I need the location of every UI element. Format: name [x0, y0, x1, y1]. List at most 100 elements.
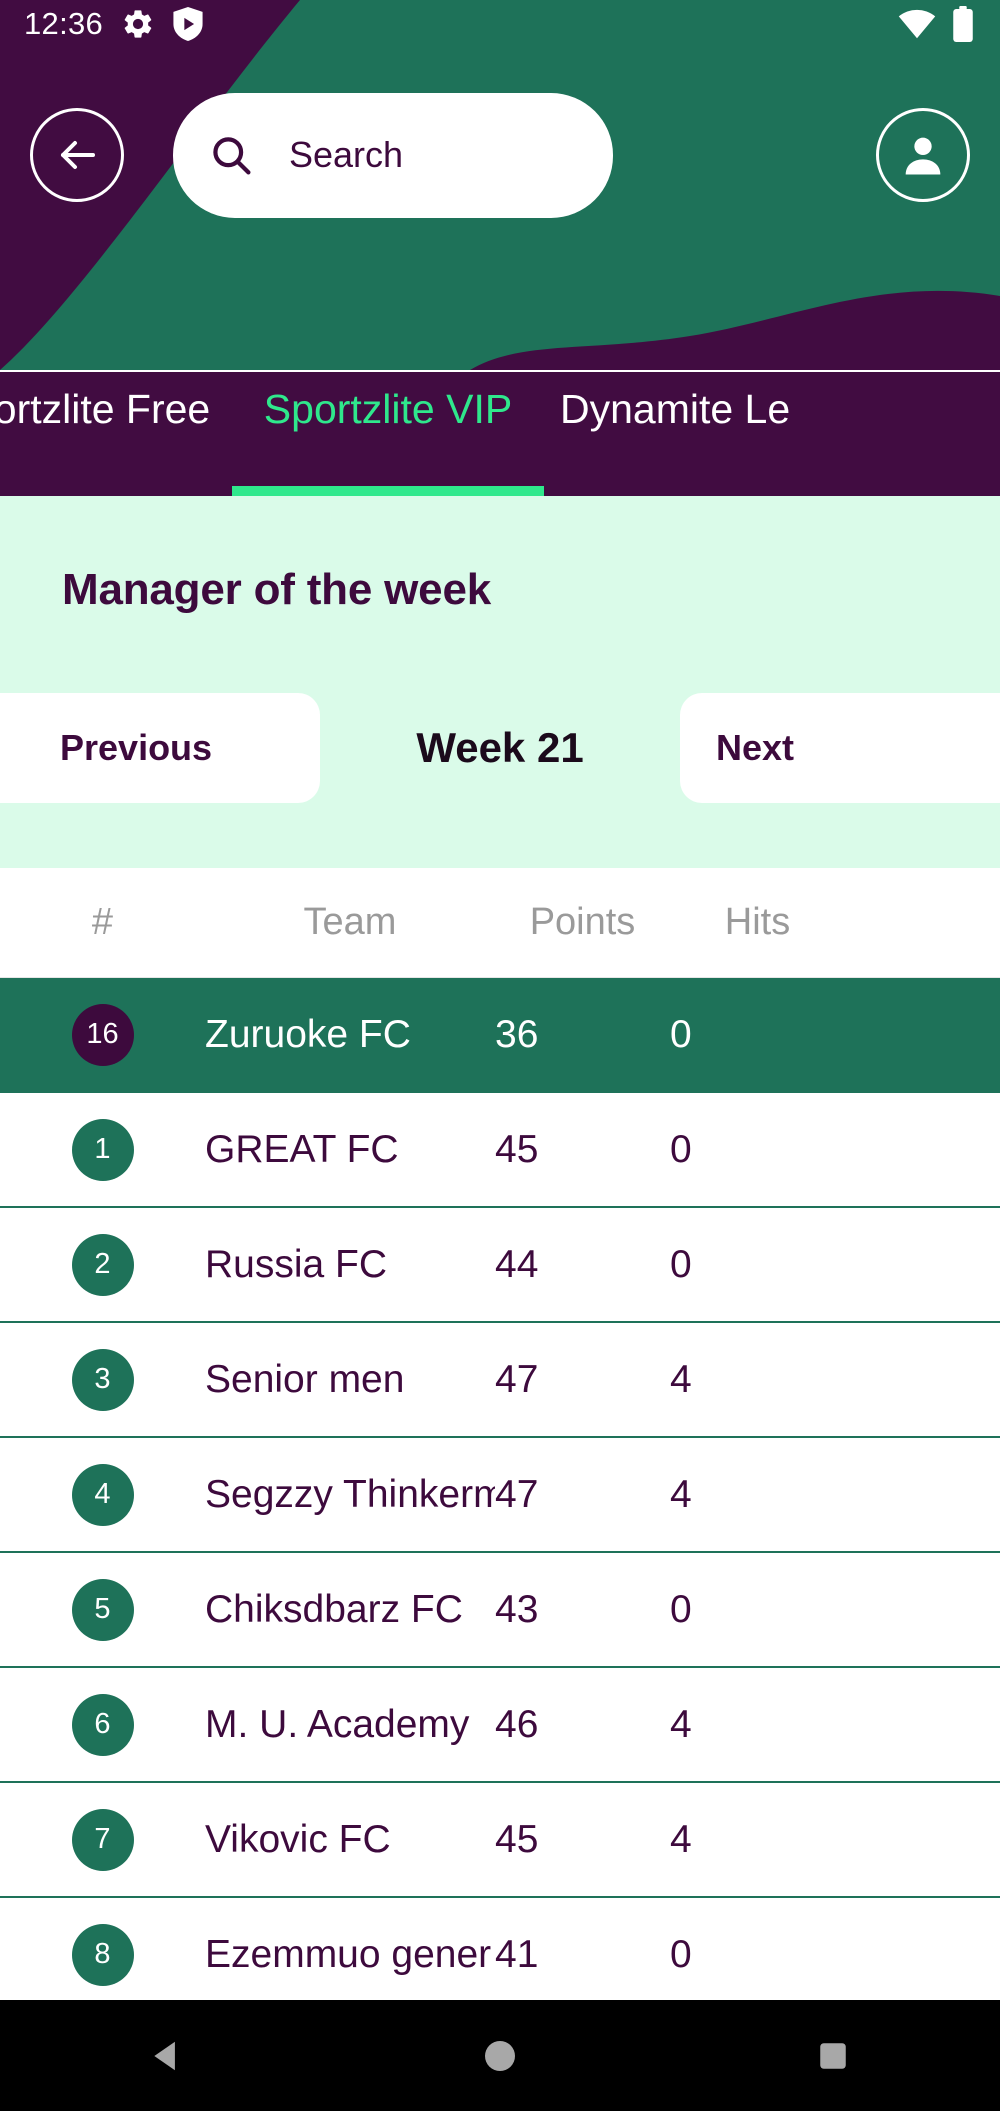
nav-home-button[interactable]	[440, 2000, 560, 2111]
cell-hits: 4	[670, 1702, 692, 1746]
rank-badge: 16	[71, 1003, 134, 1066]
page-title: Manager of the week	[62, 565, 491, 614]
nav-back-button[interactable]	[107, 2000, 227, 2111]
cell-hits: 0	[670, 1127, 692, 1171]
next-week-button[interactable]: Next	[680, 693, 1000, 803]
rank-badge: 6	[71, 1693, 134, 1756]
cell-points: 41	[495, 1932, 539, 1976]
cell-points: 47	[495, 1472, 539, 1516]
tab-label: Dynamite Le	[560, 386, 791, 432]
table-body: 16 Zuruoke FC 36 0 1 GREAT FC 45 0 2 Russia FC 44 0…	[0, 978, 1000, 2013]
cell-rank: 16	[0, 1003, 205, 1066]
status-bar-left: 12:36	[0, 6, 203, 42]
cell-team: Ezemmuo gener	[205, 1932, 492, 1976]
app-screen: 12:36 Search ortzlite Free Sportzlite VI…	[0, 0, 1000, 2111]
cell-rank: 3	[0, 1348, 205, 1411]
cell-points: 43	[495, 1587, 539, 1631]
cell-points: 36	[495, 1012, 539, 1056]
cell-rank: 1	[0, 1118, 205, 1181]
tab-sportzlite-vip[interactable]: Sportzlite VIP	[232, 372, 544, 496]
rank-badge: 4	[71, 1463, 134, 1526]
search-row: Search	[0, 92, 1000, 218]
rank-badge: 5	[71, 1578, 134, 1641]
cell-team: Russia FC	[205, 1242, 388, 1286]
nav-back-icon	[153, 2041, 175, 2070]
cell-points: 45	[495, 1127, 539, 1171]
cell-rank: 6	[0, 1693, 205, 1756]
tab-label: ortzlite Free	[0, 386, 211, 432]
column-header-team: Team	[303, 901, 397, 943]
cell-points: 44	[495, 1242, 539, 1286]
arrow-left-icon	[0, 722, 2, 774]
cell-points: 45	[495, 1817, 539, 1861]
cell-team: Vikovic FC	[205, 1817, 391, 1861]
table-row[interactable]: 8 Ezemmuo gener 41 0	[0, 1898, 1000, 2013]
cell-rank: 7	[0, 1808, 205, 1871]
cell-hits: 4	[670, 1817, 692, 1861]
current-week-label: Week 21	[416, 724, 584, 771]
table-row[interactable]: 3 Senior men 47 4	[0, 1323, 1000, 1438]
cell-team: Senior men	[205, 1357, 405, 1401]
rank-badge: 8	[71, 1923, 134, 1986]
tab-label: Sportzlite VIP	[263, 386, 513, 432]
cell-rank: 2	[0, 1233, 205, 1296]
app-header: 12:36 Search	[0, 0, 1000, 370]
status-time: 12:36	[24, 6, 104, 41]
table-header-row: # Team Points Hits	[0, 868, 1000, 978]
cell-team: M. U. Academy	[205, 1702, 470, 1746]
cell-hits: 4	[670, 1472, 692, 1516]
table-row[interactable]: 5 Chiksdbarz FC 43 0	[0, 1553, 1000, 1668]
standings-table: # Team Points Hits 16 Zuruoke FC 36 0 1 GREAT…	[0, 868, 1000, 2013]
active-tab-indicator	[232, 486, 544, 496]
column-header-points: Points	[529, 901, 636, 943]
table-row[interactable]: 6 M. U. Academy 46 4	[0, 1668, 1000, 1783]
tab-bar: ortzlite Free Sportzlite VIP Dynamite Le	[0, 372, 1000, 496]
cell-team: Chiksdbarz FC	[205, 1587, 463, 1631]
wifi-icon	[898, 9, 936, 39]
cell-rank: 5	[0, 1578, 205, 1641]
cell-hits: 0	[670, 1012, 692, 1056]
table-row[interactable]: 7 Vikovic FC 45 4	[0, 1783, 1000, 1898]
rank-badge: 2	[71, 1233, 134, 1296]
rank-badge: 7	[71, 1808, 134, 1871]
cell-hits: 4	[670, 1357, 692, 1401]
column-header-rank: #	[91, 901, 114, 943]
status-bar: 12:36	[0, 0, 1000, 48]
back-button[interactable]	[30, 108, 124, 202]
table-row[interactable]: 1 GREAT FC 45 0	[0, 1093, 1000, 1208]
play-shield-icon	[173, 7, 203, 41]
search-placeholder: Search	[289, 134, 404, 175]
manager-of-week-section	[0, 496, 1000, 868]
nav-home-icon	[484, 2040, 515, 2071]
cell-team: Zuruoke FC	[205, 1012, 411, 1056]
cell-team: Segzzy Thinkerm	[205, 1472, 495, 1516]
nav-recents-button[interactable]	[773, 2000, 893, 2111]
cell-hits: 0	[670, 1587, 692, 1631]
tab-sportzlite-free[interactable]: ortzlite Free	[0, 372, 232, 496]
rank-badge: 1	[71, 1118, 134, 1181]
battery-icon	[953, 6, 973, 42]
next-label: Next	[716, 727, 795, 768]
cell-team: GREAT FC	[205, 1127, 399, 1171]
gear-icon	[124, 10, 152, 38]
rank-badge: 3	[71, 1348, 134, 1411]
status-bar-right	[898, 6, 1000, 42]
column-header-hits: Hits	[724, 901, 791, 943]
search-input[interactable]: Search	[173, 92, 613, 218]
table-row[interactable]: 4 Segzzy Thinkerm 47 4	[0, 1438, 1000, 1553]
cell-points: 46	[495, 1702, 539, 1746]
android-navigation-bar	[0, 2000, 1000, 2111]
cell-hits: 0	[670, 1242, 692, 1286]
table-row[interactable]: 2 Russia FC 44 0	[0, 1208, 1000, 1323]
cell-rank: 8	[0, 1923, 205, 1986]
week-navigator: Previous Next Week 21	[0, 693, 1000, 803]
table-row[interactable]: 16 Zuruoke FC 36 0	[0, 978, 1000, 1093]
previous-week-button[interactable]: Previous	[0, 693, 320, 803]
back-arrow-icon	[61, 141, 95, 169]
cell-points: 47	[495, 1357, 539, 1401]
person-icon	[905, 137, 941, 175]
profile-button[interactable]	[876, 108, 970, 202]
cell-rank: 4	[0, 1463, 205, 1526]
search-icon	[213, 137, 251, 175]
tab-dynamite-league[interactable]: Dynamite Le	[560, 372, 1000, 496]
